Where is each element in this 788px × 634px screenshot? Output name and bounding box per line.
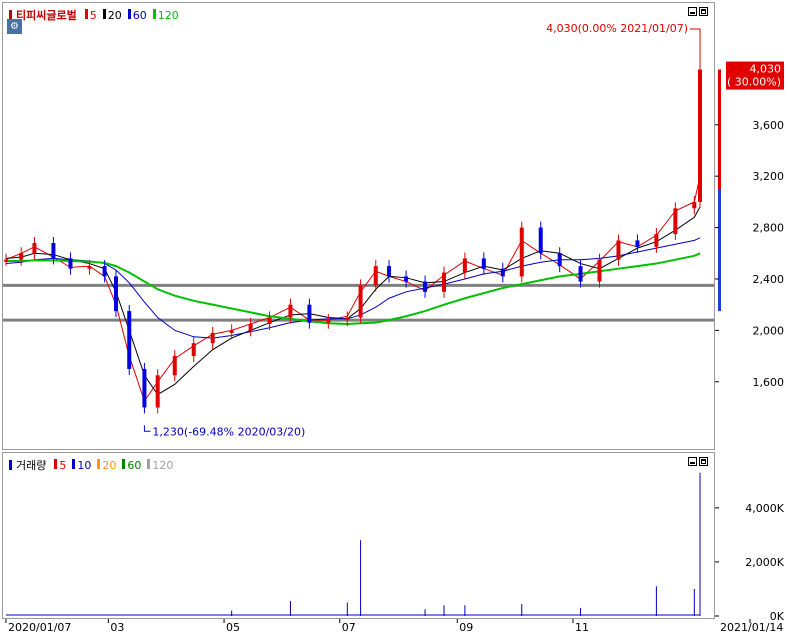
volume-legend: 거래량 5 10 20 60 120 [9,457,173,473]
volume-ma-label-60[interactable]: 60 [127,459,141,472]
price-tick-label-2: 2,400 [753,273,785,286]
volume-ma-swatch-60 [122,458,126,469]
price-ma-swatch-20 [102,8,106,19]
maximize-icon[interactable] [699,7,708,16]
minimize-icon[interactable] [688,7,697,16]
price-ma-label-20[interactable]: 20 [108,9,122,22]
last-price-label: 4,030 [750,63,782,76]
range-bar-down [718,189,721,312]
volume-ma-label-20[interactable]: 20 [102,459,116,472]
volume-ma-swatch-20 [97,458,101,469]
price-ma-label-60[interactable]: 60 [133,9,147,22]
price-ma-swatch-5 [84,8,88,19]
x-tick-label-0: 2020/01/07 [8,621,71,634]
price-panel: 티피씨글로벌 5 20 60 120 ⚙ [2,2,715,450]
price-tick-label-5: 3,600 [753,119,785,132]
x-tick-label-6: 2021/01/14 [720,621,783,634]
price-ma-swatch-120 [152,8,156,19]
volume-ma-swatch-10 [72,458,76,469]
x-tick-label-4: 09 [459,621,473,634]
volume-ma-swatch-5 [54,458,58,469]
minimize-icon[interactable] [688,457,697,466]
price-ma-label-120[interactable]: 120 [158,9,179,22]
x-tick-label-1: 03 [110,621,124,634]
stock-name[interactable]: 티피씨글로벌 [16,7,77,23]
x-tick-label-3: 07 [342,621,356,634]
volume-panel: 거래량 5 10 20 60 120 [2,452,715,619]
volume-tick-label-0: 0K [770,610,785,623]
price-ma-swatch-60 [127,8,131,19]
volume-tick-label-2: 4,000K [745,502,784,515]
price-tick-label-4: 3,200 [753,170,785,183]
volume-ma-swatch-120 [147,458,151,469]
volume-ma-label-10[interactable]: 10 [77,459,91,472]
range-bar-up [718,69,721,286]
price-ma-label-5[interactable]: 5 [90,9,97,22]
last-price-box [726,61,784,90]
volume-ma-label-120[interactable]: 120 [152,459,173,472]
volume-tick-label-1: 2,000K [745,556,784,569]
maximize-icon[interactable] [699,457,708,466]
price-tick-label-0: 1,600 [753,376,785,389]
x-tick-label-5: 11 [575,621,589,634]
series-marker-icon [9,460,12,470]
price-tick-label-1: 2,000 [753,324,785,337]
price-legend: 티피씨글로벌 5 20 60 120 [9,7,179,23]
price-tick-label-3: 2,800 [753,222,785,235]
price-window-buttons [688,7,708,16]
volume-ma-label-5[interactable]: 5 [59,459,66,472]
x-tick-label-2: 05 [226,621,240,634]
settings-icon[interactable]: ⚙ [7,19,22,34]
volume-window-buttons [688,457,708,466]
volume-title[interactable]: 거래량 [16,457,46,473]
last-change-label: ( 30.00%) [727,76,781,89]
